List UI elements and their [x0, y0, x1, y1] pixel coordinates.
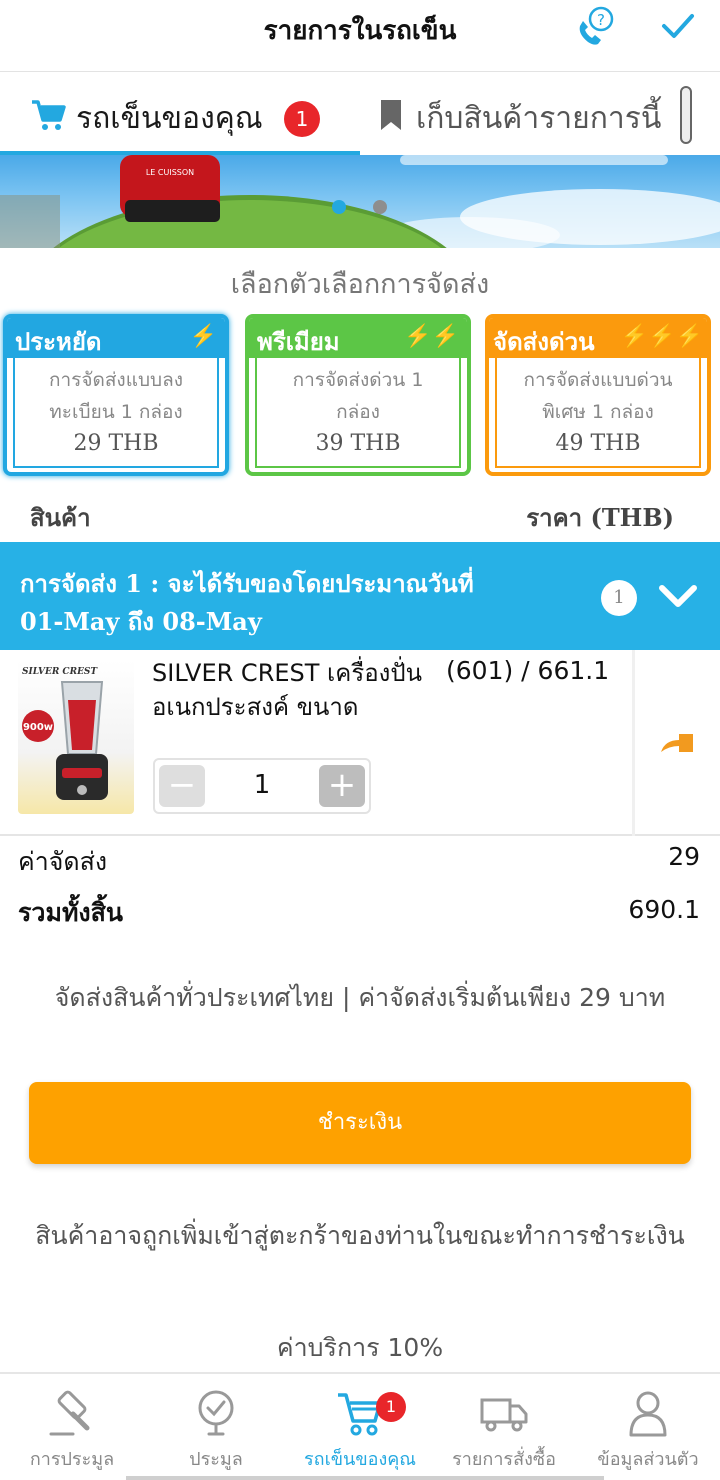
shipping-fee-label: ค่าจัดส่ง — [18, 847, 108, 876]
quantity-decrease-button[interactable]: − — [159, 765, 205, 807]
shipping-option-name: พรีเมียม — [257, 327, 340, 356]
shipment-title: การจัดส่ง 1 : จะได้รับของโดยประมาณวันที่ — [20, 569, 474, 598]
grand-total-value: 690.1 — [628, 895, 700, 924]
checkmark-icon[interactable] — [656, 6, 700, 46]
carousel-dot-active[interactable] — [332, 200, 346, 214]
shipping-options-title: เลือกตัวเลือกการจัดส่ง — [230, 269, 490, 300]
nav-auctions[interactable]: การประมูล — [0, 1374, 144, 1480]
shipping-option-name: ประหยัด — [15, 327, 102, 356]
truck-icon — [480, 1398, 528, 1432]
quantity-stepper: − 1 + — [153, 758, 371, 814]
promo-banner[interactable]: LE CUISSON — [0, 155, 720, 248]
banner-brand-text: LE CUISSON — [146, 168, 194, 177]
nav-label: ประมูล — [189, 1449, 243, 1470]
shipping-option-economy[interactable]: ประหยัด ⚡ การจัดส่งแบบลง ทะเบียน 1 กล่อง… — [3, 314, 229, 476]
nav-orders[interactable]: รายการสั่งซื้อ — [432, 1374, 576, 1480]
shipment-item-count: 1 — [601, 580, 637, 616]
shipping-option-price: 29 THB — [73, 431, 159, 456]
tab-saved-items[interactable]: เก็บสินค้ารายการนี้ — [360, 73, 720, 155]
bottom-nav: การประมูล ประมูล 1 รถเข็นของคุณ รายการสั… — [0, 1372, 720, 1480]
shipping-option-price: 39 THB — [315, 431, 401, 456]
svg-text:?: ? — [597, 11, 605, 29]
nav-label: การประมูล — [29, 1449, 115, 1470]
lightning-icon: ⚡⚡⚡ — [620, 323, 703, 349]
cart-tabs: รถเข็นของคุณ 1 เก็บสินค้ารายการนี้ — [0, 73, 720, 155]
app-header: รายการในรถเข็น ? — [0, 0, 720, 72]
nav-cart[interactable]: 1 รถเข็นของคุณ — [288, 1374, 432, 1480]
shipping-option-desc-line1: การจัดส่งแบบด่วน — [523, 369, 673, 391]
tab-cart-label: รถเข็นของคุณ — [76, 101, 263, 136]
shipping-option-desc-line1: การจัดส่งด่วน 1 — [292, 369, 424, 391]
user-icon — [629, 1391, 667, 1437]
nav-bids[interactable]: ประมูล — [144, 1374, 288, 1480]
product-price: (601) / 661.1 — [446, 656, 610, 685]
shipping-option-desc-line2: พิเศษ 1 กล่อง — [542, 401, 654, 423]
quantity-value[interactable]: 1 — [205, 770, 319, 800]
shipping-notice: จัดส่งสินค้าทั่วประเทศไทย | ค่าจัดส่งเริ… — [54, 983, 666, 1012]
system-nav-indicator — [126, 1476, 604, 1480]
column-header-price: ราคา (THB) — [526, 503, 674, 532]
shipping-option-express[interactable]: จัดส่งด่วน ⚡⚡⚡ การจัดส่งแบบด่วน พิเศษ 1 … — [485, 314, 711, 476]
quantity-increase-button[interactable]: + — [319, 765, 365, 807]
gavel-icon — [49, 1390, 90, 1436]
bookmark-icon — [381, 100, 401, 130]
shipping-option-name: จัดส่งด่วน — [493, 327, 595, 356]
checkout-button[interactable]: ชำระเงิน — [29, 1082, 691, 1164]
thumb-badge-text: 900w — [23, 722, 53, 733]
tab-saved-label: เก็บสินค้ารายการนี้ — [416, 101, 662, 136]
cart-icon — [32, 100, 66, 130]
chevron-down-icon[interactable] — [654, 574, 702, 618]
product-name[interactable]: SILVER CREST เครื่องปั่นอเนกประสงค์ ขนาด — [152, 656, 442, 724]
nav-label: รถเข็นของคุณ — [304, 1449, 416, 1470]
checkout-warning: สินค้าอาจถูกเพิ่มเข้าสู่ตะกร้าของท่านในข… — [35, 1221, 685, 1250]
column-header-product: สินค้า — [30, 503, 91, 532]
product-thumbnail[interactable]: SILVER CREST 900w — [18, 660, 134, 814]
shipment-date-range: 01-May ถึง 08-May — [20, 607, 262, 636]
tab-scroll-handle[interactable] — [680, 86, 692, 144]
nav-cart-badge: 1 — [376, 1392, 406, 1422]
shipping-option-price: 49 THB — [555, 431, 641, 456]
lightning-icon: ⚡⚡ — [404, 323, 459, 349]
cart-count-badge: 1 — [284, 101, 320, 137]
service-fee-note: ค่าบริการ 10% — [276, 1333, 444, 1362]
shipping-fee-value: 29 — [668, 842, 700, 871]
nav-label: รายการสั่งซื้อ — [452, 1449, 556, 1470]
shipping-option-desc-line2: กล่อง — [336, 401, 380, 423]
grand-total-label: รวมทั้งสิ้น — [18, 898, 123, 927]
lightning-icon: ⚡ — [189, 323, 217, 349]
banner-illustration: LE CUISSON — [0, 155, 720, 248]
nav-label: ข้อมูลส่วนตัว — [597, 1449, 699, 1470]
phone-help-icon[interactable]: ? — [574, 4, 618, 48]
thumb-brand-text: SILVER CREST — [22, 667, 98, 677]
shipping-option-premium[interactable]: พรีเมียม ⚡⚡ การจัดส่งด่วน 1 กล่อง 39 THB — [245, 314, 471, 476]
cart-item-row: SILVER CREST 900w SILVER CREST เครื่องปั… — [0, 650, 720, 836]
shipping-option-desc-line1: การจัดส่งแบบลง — [48, 369, 183, 391]
bid-check-icon — [198, 1390, 234, 1436]
item-action-column — [632, 650, 720, 836]
tab-cart[interactable]: รถเข็นของคุณ 1 — [0, 73, 360, 155]
carousel-dot[interactable] — [373, 200, 387, 214]
shipping-option-desc-line2: ทะเบียน 1 กล่อง — [49, 401, 183, 423]
move-to-saved-icon[interactable] — [659, 728, 697, 758]
nav-profile[interactable]: ข้อมูลส่วนตัว — [576, 1374, 720, 1480]
